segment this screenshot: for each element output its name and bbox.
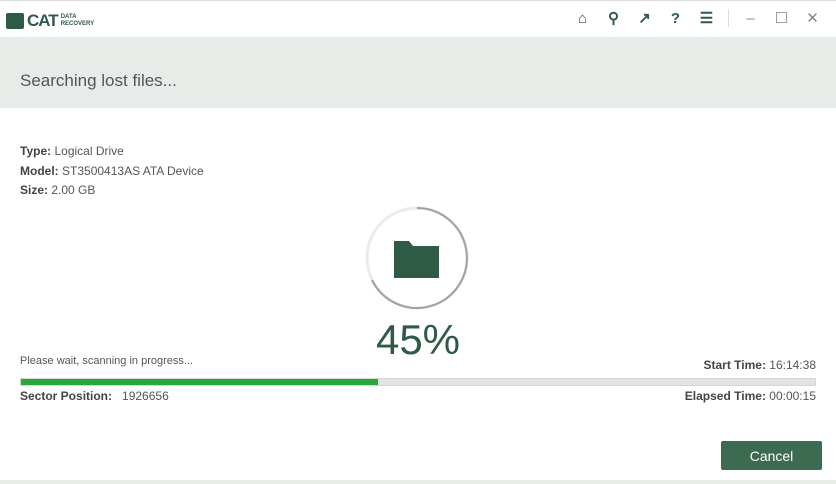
progress-fill: [21, 379, 379, 385]
bottom-strip: [0, 480, 836, 484]
maximize-button[interactable]: ☐: [766, 9, 797, 27]
progress-bar: [20, 378, 816, 386]
title-bar: CAT DATA RECOVERY ⌂ ⚲ ↗ ? ☰ – ☐ ✕: [0, 0, 836, 37]
type-value: Logical Drive: [54, 144, 124, 158]
drive-info: Type: Logical Drive Model: ST3500413AS A…: [20, 142, 204, 201]
menu-icon[interactable]: ☰: [691, 9, 722, 27]
type-label: Type:: [20, 144, 52, 158]
logo-text: CAT: [27, 11, 59, 30]
elapsed-time: Elapsed Time: 00:00:15: [684, 389, 816, 403]
page-title: Searching lost files...: [20, 71, 177, 90]
key-icon[interactable]: ⚲: [598, 9, 629, 27]
help-icon[interactable]: ?: [660, 10, 691, 27]
size-label: Size:: [20, 183, 49, 197]
cancel-button[interactable]: Cancel: [721, 441, 822, 470]
model-value: ST3500413AS ATA Device: [62, 163, 204, 178]
start-time: Start Time: 16:14:38: [703, 358, 816, 372]
arrow-up-right-icon[interactable]: ↗: [629, 9, 660, 27]
close-button[interactable]: ✕: [797, 9, 828, 27]
home-icon[interactable]: ⌂: [567, 10, 598, 27]
scan-progress-ring: [365, 206, 469, 310]
folder-icon: [394, 241, 439, 278]
status-text: Please wait, scanning in progress...: [20, 355, 194, 367]
minimize-button[interactable]: –: [735, 10, 766, 27]
model-label: Model:: [20, 163, 59, 178]
app-logo: CAT DATA RECOVERY: [6, 11, 95, 31]
sector-position: Sector Position: 1926656: [20, 389, 169, 403]
page-header: Searching lost files...: [0, 37, 836, 108]
logo-icon: [6, 13, 24, 29]
size-value: 2.00 GB: [51, 183, 96, 197]
logo-subtext: DATA RECOVERY: [60, 14, 95, 27]
toolbar-divider: [728, 9, 729, 27]
